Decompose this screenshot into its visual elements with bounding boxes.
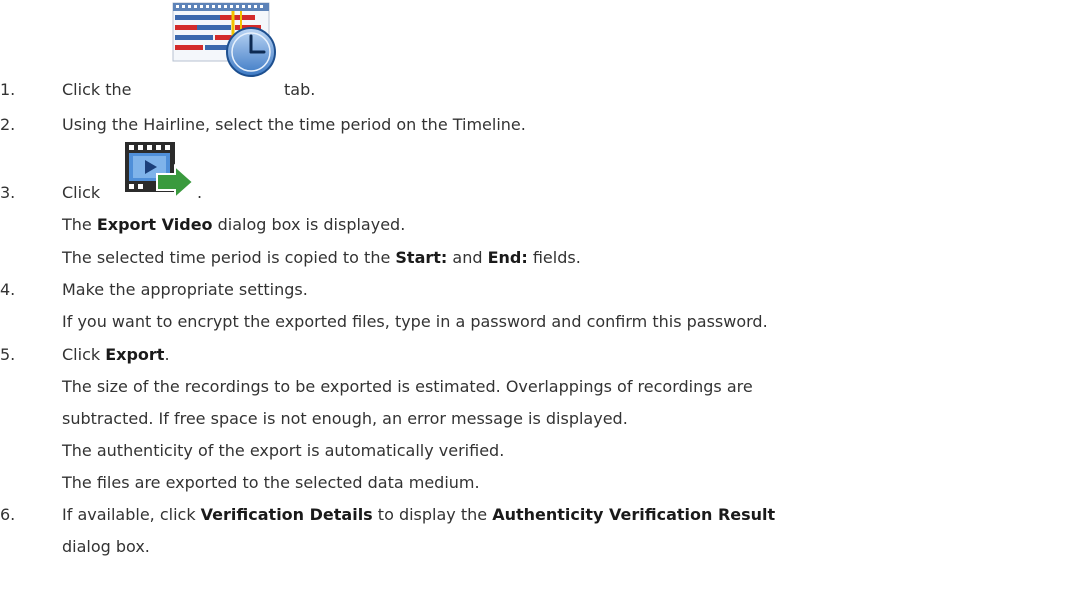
step-detail-line: subtracted. If free space is not enough,… xyxy=(62,409,628,428)
step-number: 6. xyxy=(0,505,16,524)
step-text-before: Click xyxy=(62,183,101,202)
bold-term: Start: xyxy=(395,248,448,267)
step-number: 5. xyxy=(0,345,16,364)
step-detail-line: The selected time period is copied to th… xyxy=(62,248,581,267)
step-text: Click the xyxy=(62,80,131,99)
step-number: 4. xyxy=(0,280,16,299)
export-video-icon xyxy=(125,142,195,200)
step-detail-line: The Export Video dialog box is displayed… xyxy=(62,215,406,234)
step-detail-line: The authenticity of the export is automa… xyxy=(62,441,505,460)
bold-term: Export Video xyxy=(96,215,213,234)
step-text-before: Click the xyxy=(62,80,132,99)
step-text-after: . xyxy=(197,183,203,202)
step-text-after: tab. xyxy=(284,80,316,99)
timeline-tab-icon xyxy=(172,2,276,77)
step-text: If available, click Verification Details… xyxy=(62,505,776,524)
bold-term: Authenticity Verification Result xyxy=(492,505,776,524)
step-number: 1. xyxy=(0,80,16,99)
step-detail-line: If you want to encrypt the exported file… xyxy=(62,312,768,331)
step-text: Using the Hairline, select the time peri… xyxy=(62,115,526,134)
step-detail-line: The files are exported to the selected d… xyxy=(62,473,480,492)
bold-term: End: xyxy=(487,248,528,267)
step-text: Click Export. xyxy=(62,345,170,364)
bold-term: Export xyxy=(105,345,165,364)
step-number: 2. xyxy=(0,115,16,134)
step-number: 3. xyxy=(0,183,16,202)
step-text: Make the appropriate settings. xyxy=(62,280,308,299)
step-detail-line: dialog box. xyxy=(62,537,150,556)
bold-term: Verification Details xyxy=(200,505,373,524)
step-detail-line: The size of the recordings to be exporte… xyxy=(62,377,753,396)
